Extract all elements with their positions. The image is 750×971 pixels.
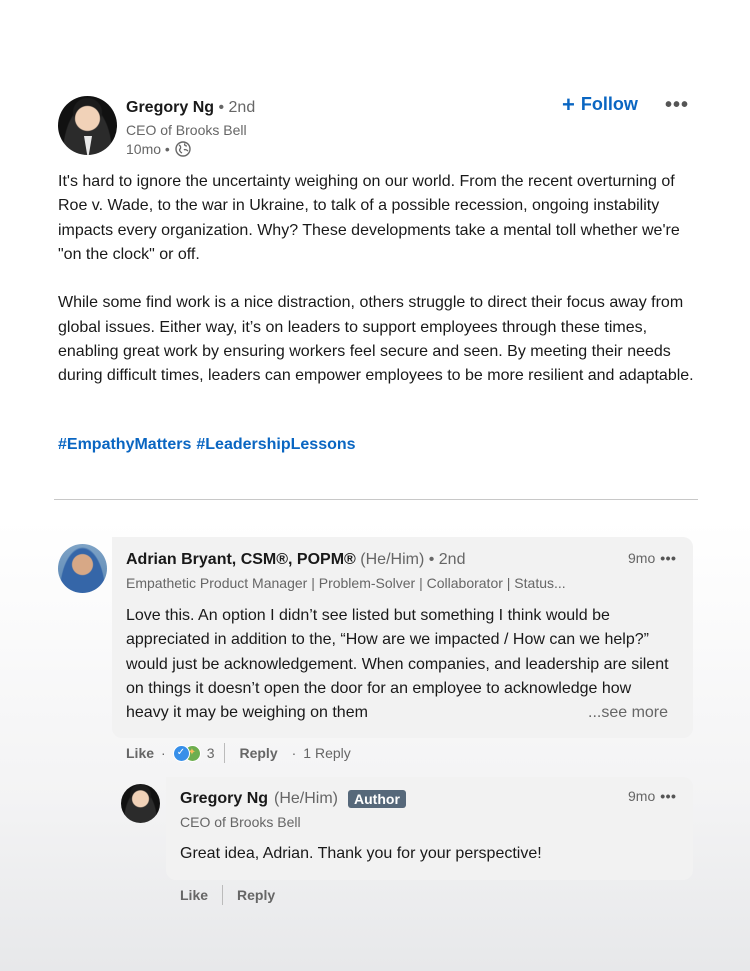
- vertical-divider: [222, 885, 224, 905]
- reply-timestamp: 9mo: [628, 788, 656, 804]
- post-author-line: Gregory Ng • 2nd: [126, 99, 255, 117]
- hashtag-link[interactable]: #EmpathyMatters: [58, 436, 191, 454]
- author-avatar[interactable]: [58, 96, 117, 155]
- comment-author-degree: • 2nd: [428, 551, 466, 568]
- post-time-text: 10mo •: [126, 141, 170, 157]
- follow-label: Follow: [580, 94, 638, 114]
- separator-dot: ·: [161, 745, 166, 761]
- separator-dot: ·: [291, 745, 297, 761]
- reply-author-name[interactable]: Gregory Ng: [180, 790, 268, 808]
- reply-author-avatar[interactable]: [121, 784, 160, 823]
- post-author-degree: • 2nd: [218, 99, 256, 116]
- comment-actions: Like · 3 Reply · 1 Reply: [126, 743, 351, 763]
- comment-time-area: 9mo •••: [628, 550, 676, 566]
- like-reaction-icon: [172, 744, 190, 762]
- follow-button[interactable]: + Follow: [562, 91, 638, 117]
- post-body: It's hard to ignore the uncertainty weig…: [58, 170, 698, 413]
- post-author-headline: CEO of Brooks Bell: [126, 122, 247, 138]
- see-more-link[interactable]: ...see more: [582, 701, 669, 725]
- plus-icon: +: [562, 91, 575, 117]
- reply-author-line: Gregory Ng (He/Him) Author: [180, 790, 406, 808]
- vertical-divider: [224, 743, 226, 763]
- comment-author-name[interactable]: Adrian Bryant, CSM®, POPM®: [126, 551, 356, 568]
- post-paragraph: While some find work is a nice distracti…: [58, 294, 694, 385]
- reply-button[interactable]: Reply: [239, 745, 277, 761]
- post-hashtags: #EmpathyMatters #LeadershipLessons: [58, 436, 356, 454]
- post-author-name[interactable]: Gregory Ng: [126, 99, 214, 116]
- post-more-options-icon[interactable]: •••: [665, 94, 689, 117]
- author-badge: Author: [348, 790, 406, 808]
- post-paragraph: It's hard to ignore the uncertainty weig…: [58, 173, 680, 263]
- globe-icon: [175, 141, 191, 157]
- comment-timestamp: 9mo: [628, 550, 656, 566]
- reply-author-headline: CEO of Brooks Bell: [180, 814, 301, 830]
- like-button[interactable]: Like: [180, 887, 208, 903]
- reply-text: Great idea, Adrian. Thank you for your p…: [180, 845, 542, 862]
- reply-author-pronouns: (He/Him): [274, 790, 339, 807]
- commenter-avatar[interactable]: [58, 544, 107, 593]
- comment-author-line: Adrian Bryant, CSM®, POPM® (He/Him) • 2n…: [126, 551, 465, 569]
- reply-more-options-icon[interactable]: •••: [660, 788, 676, 804]
- reply-actions: Like Reply: [180, 885, 275, 905]
- hashtag-link[interactable]: #LeadershipLessons: [196, 436, 355, 454]
- replies-count-link[interactable]: 1 Reply: [303, 745, 350, 761]
- like-button[interactable]: Like: [126, 745, 154, 761]
- post-timestamp: 10mo •: [126, 141, 191, 157]
- reaction-icons[interactable]: [172, 744, 201, 762]
- comment-author-headline: Empathetic Product Manager | Problem-Sol…: [126, 575, 566, 591]
- reply-time-area: 9mo •••: [628, 788, 676, 804]
- divider: [54, 499, 698, 500]
- comment-author-pronouns: (He/Him): [360, 551, 425, 568]
- reaction-count[interactable]: 3: [207, 745, 215, 761]
- comment-more-options-icon[interactable]: •••: [660, 550, 676, 566]
- reply-button[interactable]: Reply: [237, 887, 275, 903]
